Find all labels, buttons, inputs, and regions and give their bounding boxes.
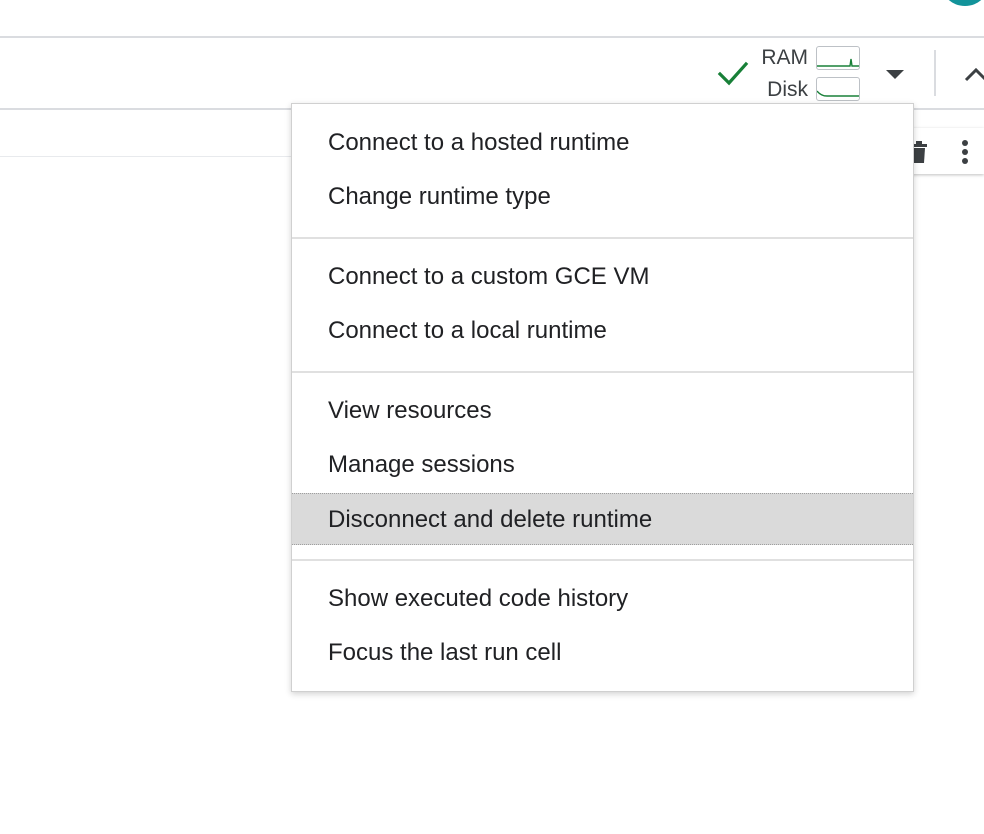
caret-down-icon[interactable]	[880, 62, 910, 86]
disk-label: Disk	[767, 78, 808, 101]
disk-usage-graph	[816, 77, 860, 101]
menu-separator	[292, 237, 913, 239]
menu-item-connect-custom-gce-vm[interactable]: Connect to a custom GCE VM	[292, 251, 913, 303]
menu-item-view-resources[interactable]: View resources	[292, 385, 913, 437]
menu-item-connect-local-runtime[interactable]: Connect to a local runtime	[292, 305, 913, 357]
menu-separator	[292, 559, 913, 561]
ram-usage-graph	[816, 46, 860, 70]
menu-item-change-runtime-type[interactable]: Change runtime type	[292, 171, 913, 223]
account-avatar[interactable]	[940, 0, 984, 6]
menu-item-focus-last-run-cell[interactable]: Focus the last run cell	[292, 627, 913, 679]
kebab-icon[interactable]	[956, 138, 974, 166]
menu-item-manage-sessions[interactable]: Manage sessions	[292, 439, 913, 491]
menu-item-disconnect-delete-runtime[interactable]: Disconnect and delete runtime	[292, 493, 913, 545]
menu-item-connect-hosted-runtime[interactable]: Connect to a hosted runtime	[292, 117, 913, 169]
app-header	[0, 0, 984, 38]
runtime-dropdown-menu: Connect to a hosted runtime Change runti…	[291, 103, 914, 692]
ram-label: RAM	[761, 46, 808, 69]
colab-toolbar: RAM Disk	[0, 38, 984, 110]
chevron-up-icon[interactable]	[958, 60, 984, 86]
toolbar-divider	[934, 50, 936, 96]
menu-item-show-executed-code-history[interactable]: Show executed code history	[292, 573, 913, 625]
resource-indicator[interactable]: RAM Disk	[740, 44, 808, 106]
menu-separator	[292, 371, 913, 373]
